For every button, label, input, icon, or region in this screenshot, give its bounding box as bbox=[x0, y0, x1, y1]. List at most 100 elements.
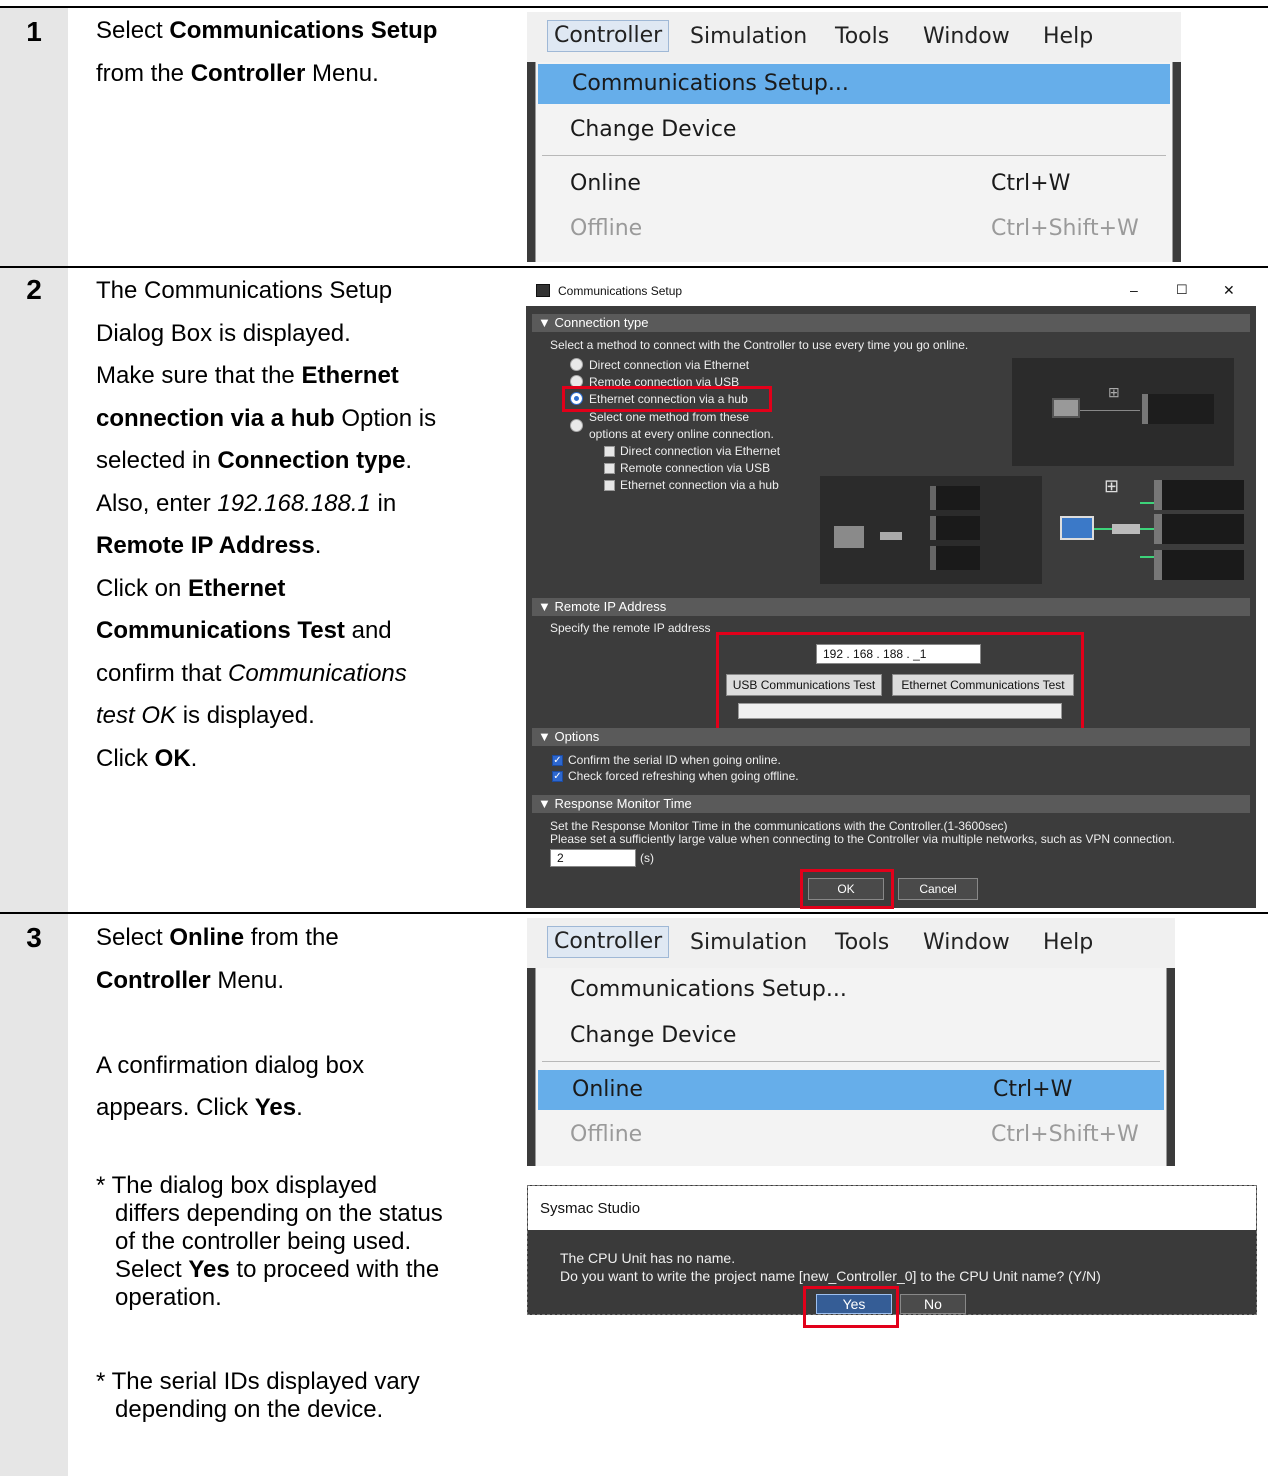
menu-tools[interactable]: Tools bbox=[835, 928, 889, 958]
rule-step2 bbox=[0, 266, 1268, 268]
close-icon[interactable]: ✕ bbox=[1223, 282, 1235, 299]
text-line: The Communications Setup bbox=[96, 277, 393, 304]
menu-item-communications-setup[interactable]: Communications Setup... bbox=[538, 64, 1170, 104]
section-connection-type[interactable]: ▼ Connection type bbox=[532, 314, 1250, 332]
menu-simulation[interactable]: Simulation bbox=[690, 928, 807, 958]
check-direct-ethernet[interactable] bbox=[604, 446, 615, 457]
check-remote-usb[interactable] bbox=[604, 463, 615, 474]
text-line: confirm that Communications bbox=[96, 659, 407, 687]
menu-controller[interactable]: Controller bbox=[547, 926, 670, 958]
network-icon: ⊞ bbox=[1108, 384, 1120, 400]
rule-step3 bbox=[0, 912, 1268, 914]
menu-item-online[interactable]: Online Ctrl+W bbox=[536, 164, 1172, 204]
dialog-title: Communications Setup bbox=[558, 284, 683, 298]
text-line: Select Online from the bbox=[96, 924, 339, 951]
menu-simulation[interactable]: Simulation bbox=[690, 22, 807, 52]
menu-item-change-device[interactable]: Change Device bbox=[536, 110, 1172, 150]
note-line: depending on the device. bbox=[115, 1396, 384, 1423]
connection-hint: Select a method to connect with the Cont… bbox=[550, 338, 969, 352]
cancel-button[interactable]: Cancel bbox=[898, 878, 978, 900]
note-line: * The serial IDs displayed vary bbox=[96, 1368, 420, 1395]
dialog-titlebar: Communications Setup – ☐ ✕ bbox=[526, 276, 1256, 306]
confirm-title: Sysmac Studio bbox=[540, 1200, 641, 1217]
step-3-note-2: * The serial IDs displayed vary dependin… bbox=[96, 1368, 506, 1424]
menu-tools[interactable]: Tools bbox=[835, 22, 889, 52]
highlight-remote-ip bbox=[716, 632, 1084, 732]
menu-bar: Controller Simulation Tools Window Help bbox=[527, 918, 1175, 968]
menu-help[interactable]: Help bbox=[1043, 22, 1093, 52]
section-remote-ip[interactable]: ▼ Remote IP Address bbox=[532, 598, 1250, 616]
maximize-icon[interactable]: ☐ bbox=[1176, 282, 1188, 298]
check-forced-refreshing[interactable]: ✓ bbox=[552, 771, 563, 782]
no-button[interactable]: No bbox=[900, 1294, 966, 1314]
text-line: Communications Test and bbox=[96, 617, 392, 644]
radio-direct-ethernet-label: Direct connection via Ethernet bbox=[589, 358, 750, 372]
menu-bar: Controller Simulation Tools Window Help bbox=[527, 12, 1181, 62]
response-time-input[interactable]: 2 bbox=[550, 849, 636, 867]
text-line bbox=[96, 1002, 506, 1045]
menu-item-offline: Offline Ctrl+Shift+W bbox=[570, 1122, 1139, 1147]
ip-hint: Specify the remote IP address bbox=[550, 621, 711, 635]
text-line: Click on Ethernet bbox=[96, 574, 286, 602]
note-line: differs depending on the status bbox=[115, 1200, 443, 1227]
highlight-ok bbox=[800, 869, 894, 909]
app-icon bbox=[536, 284, 550, 297]
menu-dropdown: Communications Setup... Change Device On… bbox=[535, 968, 1167, 1166]
text-line: from the Controller Menu. bbox=[96, 59, 379, 87]
response-hint-2: Please set a sufficiently large value wh… bbox=[550, 832, 1175, 846]
menu-controller[interactable]: Controller bbox=[547, 20, 670, 52]
step-3-text: Select Online from the Controller Menu. … bbox=[96, 917, 506, 1130]
response-hint-1: Set the Response Monitor Time in the com… bbox=[550, 819, 1008, 833]
radio-direct-ethernet[interactable] bbox=[570, 358, 583, 371]
menu-separator bbox=[542, 1061, 1160, 1062]
text-line: Remote IP Address. bbox=[96, 532, 322, 559]
check-confirm-serial-id[interactable]: ✓ bbox=[552, 755, 563, 766]
colored-diagram-illustration: ⊞ bbox=[1060, 476, 1250, 584]
text-line: A confirmation dialog box bbox=[96, 1051, 365, 1079]
text-line: appears. Click Yes. bbox=[96, 1094, 303, 1121]
check-remote-usb-label: Remote connection via USB bbox=[620, 461, 771, 475]
note-line: * The dialog box displayed bbox=[96, 1172, 378, 1199]
controller-menu-screenshot-1: Controller Simulation Tools Window Help … bbox=[527, 12, 1181, 262]
step-number-column bbox=[0, 8, 68, 1476]
step-2-number: 2 bbox=[26, 274, 42, 305]
menu-dropdown: Communications Setup... Change Device On… bbox=[535, 62, 1173, 262]
text-line: Click OK. bbox=[96, 744, 198, 772]
highlight-yes bbox=[803, 1286, 899, 1328]
text-line: connection via a hub Option is bbox=[96, 404, 437, 432]
step-3-note-1: * The dialog box displayed differs depen… bbox=[96, 1172, 506, 1312]
note-line: operation. bbox=[115, 1284, 222, 1311]
text-line: Also, enter 192.168.188.1 in bbox=[96, 489, 397, 517]
note-line: Select Yes to proceed with the bbox=[115, 1256, 440, 1283]
connection-diagram-illustration bbox=[820, 476, 1042, 584]
menu-item-communications-setup[interactable]: Communications Setup... bbox=[536, 970, 1166, 1010]
text-line: Controller Menu. bbox=[96, 966, 285, 994]
note-line: of the controller being used. bbox=[115, 1228, 412, 1255]
radio-select-each-time[interactable] bbox=[570, 419, 583, 432]
response-unit: (s) bbox=[640, 851, 654, 865]
text-line: selected in Connection type. bbox=[96, 447, 413, 474]
step-1-number: 1 bbox=[26, 16, 42, 47]
hub-icon: ⊞ bbox=[1104, 476, 1120, 496]
text-line: test OK is displayed. bbox=[96, 702, 315, 729]
menu-window[interactable]: Window bbox=[923, 22, 1010, 52]
section-options[interactable]: ▼ Options bbox=[532, 728, 1250, 746]
menu-help[interactable]: Help bbox=[1043, 928, 1093, 958]
step-3-number: 3 bbox=[26, 922, 42, 953]
text-line: Dialog Box is displayed. bbox=[96, 319, 351, 347]
step-2-text: The Communications Setup Dialog Box is d… bbox=[96, 270, 506, 780]
confirm-message-1: The CPU Unit has no name. bbox=[560, 1250, 736, 1266]
menu-item-change-device[interactable]: Change Device bbox=[536, 1016, 1166, 1056]
section-response-monitor[interactable]: ▼ Response Monitor Time bbox=[532, 795, 1250, 813]
hub-connection-illustration: ⊞ bbox=[1012, 358, 1234, 466]
text-line: Select Communications Setup bbox=[96, 17, 438, 44]
controller-menu-screenshot-2: Controller Simulation Tools Window Help … bbox=[527, 918, 1175, 1166]
confirm-message-2: Do you want to write the project name [n… bbox=[560, 1268, 1101, 1284]
check-ethernet-hub[interactable] bbox=[604, 480, 615, 491]
radio-select-each-time-label-2: options at every online connection. bbox=[589, 427, 774, 441]
minimize-icon[interactable]: – bbox=[1130, 282, 1138, 298]
highlight-ethernet-hub bbox=[562, 386, 772, 412]
menu-window[interactable]: Window bbox=[923, 928, 1010, 958]
menu-item-online[interactable]: Online Ctrl+W bbox=[538, 1070, 1164, 1110]
communications-setup-dialog: Communications Setup – ☐ ✕ ▼ Connection … bbox=[526, 276, 1256, 909]
